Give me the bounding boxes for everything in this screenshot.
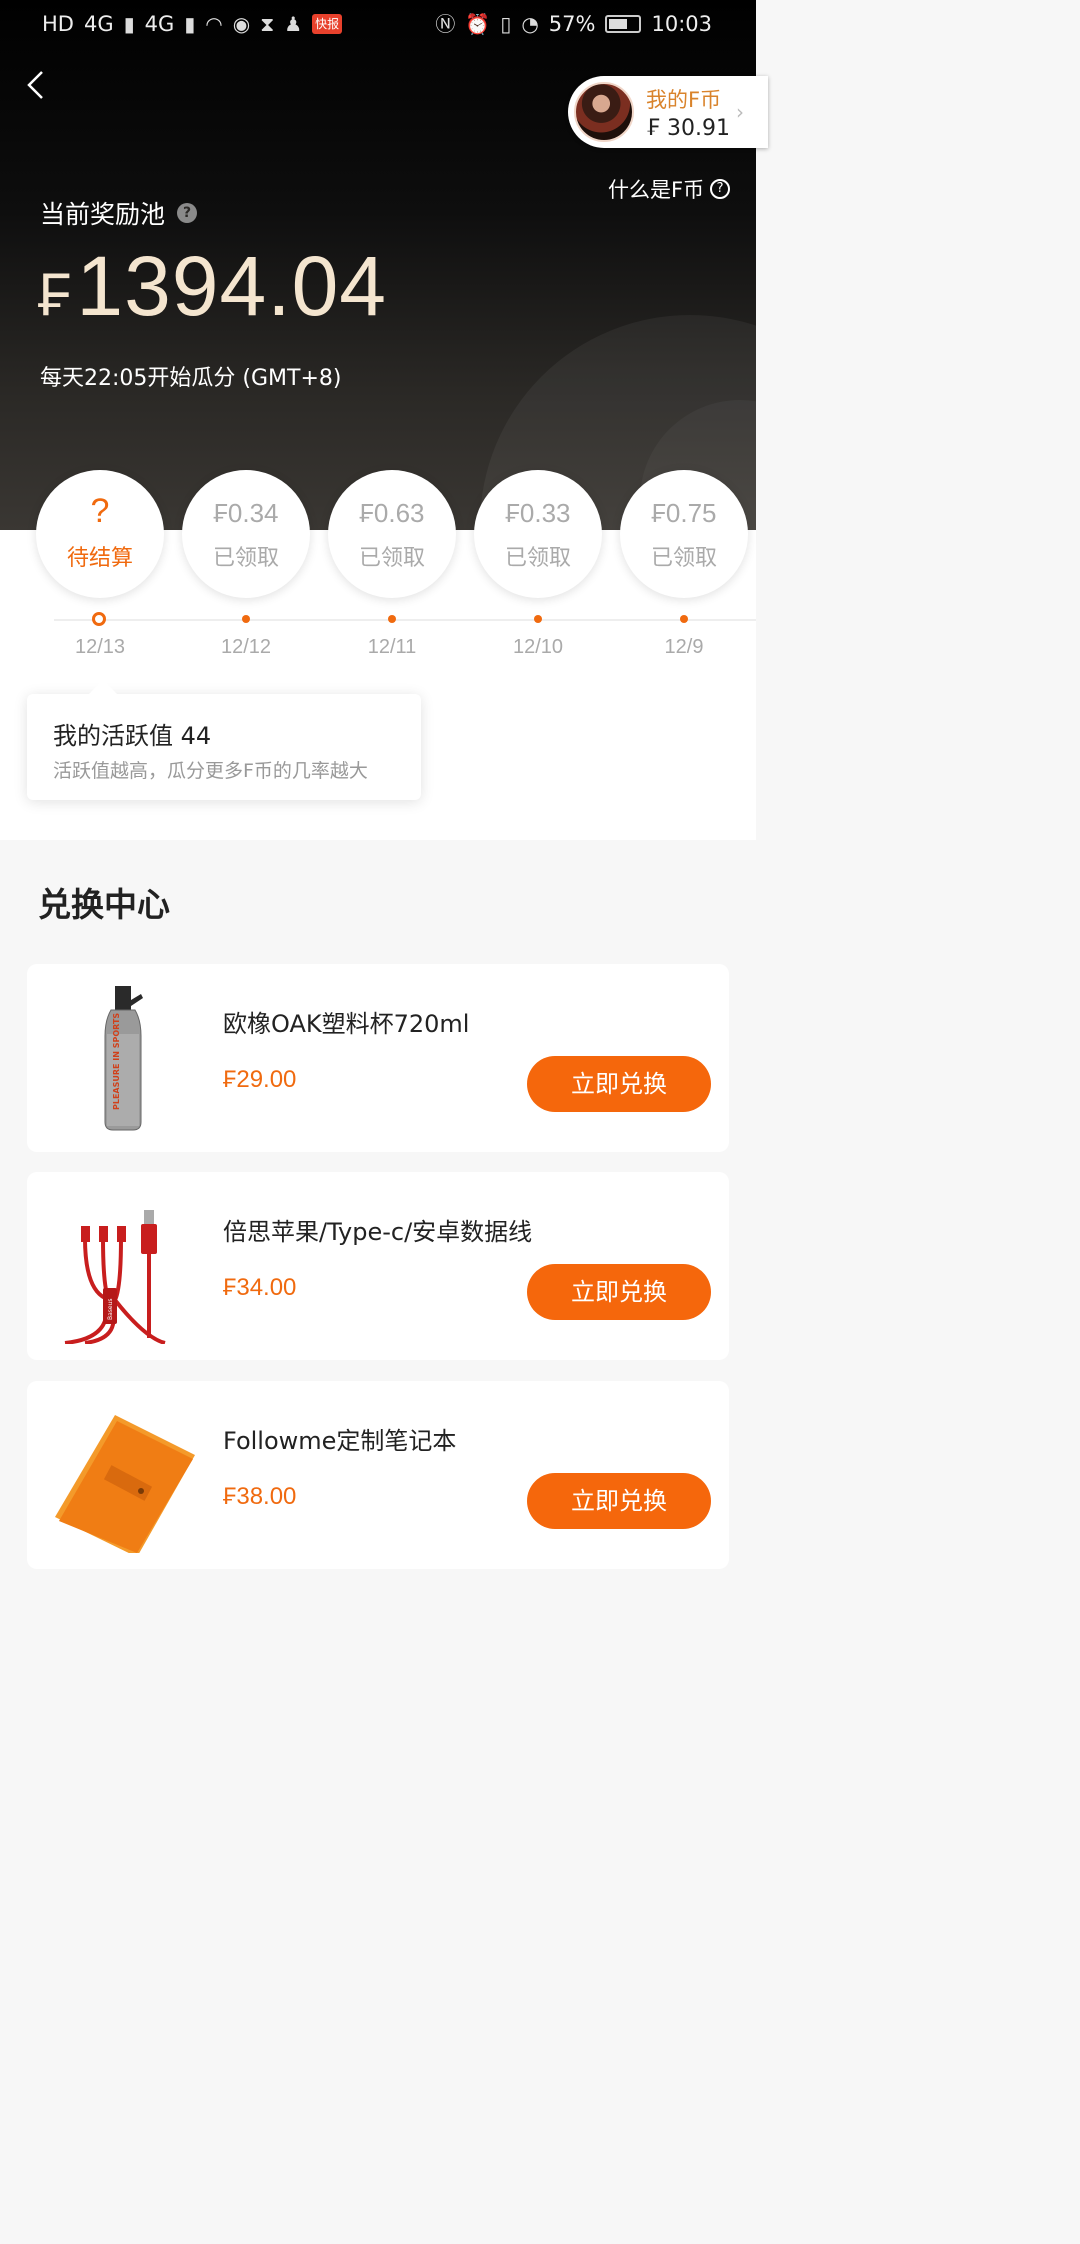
chevron-left-icon[interactable] bbox=[24, 70, 54, 100]
day-circle[interactable]: ₣0.75 已领取 bbox=[620, 470, 748, 598]
vibrate-icon: ▯ bbox=[500, 12, 512, 36]
my-fcoin-card[interactable]: 我的F币 ₣ 30.91 › bbox=[568, 76, 768, 148]
wifi-icon: ◠ bbox=[205, 12, 223, 36]
notebook-image bbox=[45, 1397, 201, 1553]
signal-4g-2: 4G bbox=[144, 12, 175, 36]
product-card[interactable]: Followme定制笔记本 ₣38.00 立即兑换 bbox=[27, 1381, 729, 1569]
signal-4g-1: 4G bbox=[83, 12, 114, 36]
timeline-line bbox=[54, 619, 756, 621]
battery-percent: 57% bbox=[548, 12, 596, 36]
product-price: ₣38.00 bbox=[223, 1483, 297, 1510]
timeline-date: 12/9 bbox=[664, 636, 704, 658]
day-amount: ₣0.34 bbox=[213, 498, 279, 528]
hd-indicator: HD bbox=[42, 12, 74, 36]
question-circle-icon: ? bbox=[710, 179, 731, 199]
product-name: 欧橡OAK塑料杯720ml bbox=[223, 1010, 470, 1038]
signal-bars-icon: ▮ bbox=[184, 12, 196, 36]
redeem-button[interactable]: 立即兑换 bbox=[527, 1264, 711, 1320]
activity-hint: 活跃值越高，瓜分更多F币的几率越大 bbox=[53, 760, 368, 782]
timeline-dot bbox=[534, 615, 542, 623]
day-circle[interactable]: ₣0.33 已领取 bbox=[474, 470, 602, 598]
currency-symbol: ₣ bbox=[38, 261, 73, 328]
nfc-icon: Ⓝ bbox=[435, 12, 456, 36]
what-is-fcoin-label: 什么是F币 bbox=[608, 178, 705, 202]
signal-bars-icon: ▮ bbox=[123, 12, 135, 36]
timeline-dot bbox=[242, 615, 250, 623]
alarm-icon: ⏰ bbox=[465, 12, 491, 36]
usb-cable-image: Baseus bbox=[45, 1188, 201, 1344]
timeline-dot bbox=[680, 615, 688, 623]
timeline-dot bbox=[388, 615, 396, 623]
day-circle[interactable]: ₣0.34 已领取 bbox=[182, 470, 310, 598]
pool-amount: ₣1394.04 bbox=[38, 238, 387, 335]
pool-amount-value: 1394.04 bbox=[76, 239, 388, 333]
timeline-dot-current bbox=[92, 612, 106, 626]
day-circle-pending[interactable]: ? 待结算 bbox=[36, 470, 164, 598]
exchange-center-title: 兑换中心 bbox=[38, 885, 170, 924]
clock: 10:03 bbox=[651, 12, 712, 36]
product-card[interactable]: Baseus 倍思苹果/Type-c/安卓数据线 ₣34.00 立即兑换 bbox=[27, 1172, 729, 1360]
day-circle[interactable]: ₣0.63 已领取 bbox=[328, 470, 456, 598]
day-status: 待结算 bbox=[66, 546, 133, 571]
day-amount: ₣0.33 bbox=[505, 498, 571, 528]
cable-brand-text: Baseus bbox=[107, 1298, 114, 1320]
product-name: 倍思苹果/Type-c/安卓数据线 bbox=[223, 1218, 533, 1246]
bottle-print-text: PLEASURE IN SPORTS bbox=[112, 1013, 121, 1110]
chevron-right-icon: › bbox=[736, 100, 744, 124]
kuaibao-icon: 快报 bbox=[312, 14, 343, 34]
pool-time: 每天22:05开始瓜分 (GMT+8) bbox=[40, 366, 342, 391]
timeline-date: 12/13 bbox=[74, 636, 126, 658]
status-bar: HD 4G ▮ 4G ▮ ◠ ◉ ⧗ ♟ 快报 Ⓝ ⏰ ▯ ◔ 57% 10:0… bbox=[0, 0, 756, 52]
pool-label-row: 当前奖励池 ? bbox=[40, 195, 198, 231]
day-status: 已领取 bbox=[358, 546, 425, 571]
speed-icon: ◔ bbox=[521, 12, 539, 36]
what-is-fcoin-link[interactable]: 什么是F币 ? bbox=[608, 174, 731, 204]
product-price: ₣29.00 bbox=[223, 1066, 297, 1093]
timeline-date: 12/11 bbox=[367, 636, 417, 658]
qq-icon: ♟ bbox=[284, 12, 303, 36]
product-name: Followme定制笔记本 bbox=[223, 1427, 457, 1455]
product-price: ₣34.00 bbox=[223, 1274, 297, 1301]
pool-label: 当前奖励池 bbox=[40, 200, 166, 229]
day-amount: ? bbox=[90, 492, 110, 530]
timeline-date: 12/12 bbox=[220, 636, 272, 658]
eye-icon: ◉ bbox=[232, 12, 251, 36]
fcoin-balance: ₣ 30.91 bbox=[646, 116, 730, 141]
avatar bbox=[574, 82, 634, 142]
redeem-button[interactable]: 立即兑换 bbox=[527, 1473, 711, 1529]
activity-value: 我的活跃值 44 bbox=[53, 722, 212, 750]
redeem-button[interactable]: 立即兑换 bbox=[527, 1056, 711, 1112]
activity-tooltip: 我的活跃值 44 活跃值越高，瓜分更多F币的几率越大 bbox=[27, 680, 421, 800]
hourglass-icon: ⧗ bbox=[260, 12, 275, 36]
water-bottle-image: PLEASURE IN SPORTS bbox=[45, 980, 201, 1136]
product-card[interactable]: PLEASURE IN SPORTS 欧橡OAK塑料杯720ml ₣29.00 … bbox=[27, 964, 729, 1152]
day-amount: ₣0.63 bbox=[359, 498, 425, 528]
day-status: 已领取 bbox=[650, 546, 717, 571]
help-icon[interactable]: ? bbox=[177, 203, 198, 223]
day-status: 已领取 bbox=[504, 546, 571, 571]
timeline-date: 12/10 bbox=[512, 636, 564, 658]
day-status: 已领取 bbox=[212, 546, 279, 571]
fcoin-title: 我的F币 bbox=[646, 88, 722, 112]
battery-icon bbox=[605, 15, 642, 33]
day-amount: ₣0.75 bbox=[651, 498, 717, 528]
